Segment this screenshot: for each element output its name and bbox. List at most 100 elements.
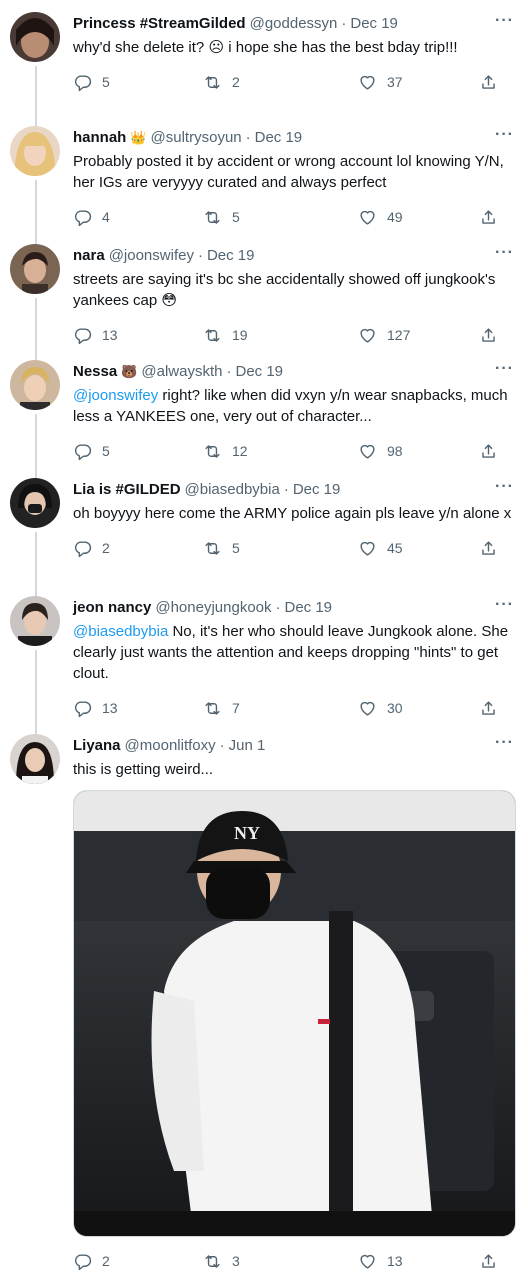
tweet-header: Liyana @moonlitfoxy · Jun 1	[73, 722, 516, 756]
timestamp[interactable]: Dec 19	[285, 598, 333, 618]
reply-button[interactable]: 5	[73, 442, 203, 461]
like-button[interactable]: 37	[358, 73, 479, 92]
thread-connector	[35, 348, 37, 360]
avatar[interactable]	[10, 126, 60, 176]
tweet[interactable]: ··· Nessa 🐻 @alwayskth · Dec 19 @joonswi…	[0, 348, 528, 468]
tweet-text: why'd she delete it? ☹ i hope she has th…	[73, 39, 458, 56]
tweet-header: Nessa 🐻 @alwayskth · Dec 19	[73, 348, 516, 382]
reply-button[interactable]: 13	[73, 326, 203, 345]
like-count: 127	[387, 327, 411, 343]
share-button[interactable]	[479, 539, 498, 558]
retweet-button[interactable]: 3	[203, 1252, 358, 1271]
retweet-icon	[205, 541, 220, 555]
display-name[interactable]: Nessa	[73, 362, 117, 382]
avatar[interactable]	[10, 478, 60, 528]
tweet-text: this is getting weird...	[73, 761, 214, 778]
tweet-header: hannah 👑 @sultrysoyun · Dec 19	[73, 114, 516, 148]
reply-button[interactable]: 4	[73, 208, 203, 227]
avatar-column	[10, 478, 60, 528]
tweet[interactable]: ··· Liyana @moonlitfoxy · Jun 1 this is …	[0, 722, 528, 1272]
more-options-icon[interactable]: ···	[495, 478, 514, 496]
retweet-button[interactable]: 5	[203, 208, 358, 227]
reply-button[interactable]: 13	[73, 699, 203, 718]
display-name[interactable]: Princess #StreamGilded	[73, 14, 246, 34]
share-button[interactable]	[479, 442, 498, 461]
share-button[interactable]	[479, 699, 498, 718]
like-button[interactable]: 127	[358, 326, 479, 345]
like-button[interactable]: 45	[358, 539, 479, 558]
timestamp[interactable]: Dec 19	[207, 246, 255, 266]
tweet[interactable]: ··· Lia is #GILDED @biasedbybia · Dec 19…	[0, 466, 528, 586]
retweet-button[interactable]: 5	[203, 539, 358, 558]
like-button[interactable]: 30	[358, 699, 479, 718]
retweet-count: 7	[232, 700, 240, 716]
reply-icon	[74, 327, 92, 344]
tweet[interactable]: ··· jeon nancy @honeyjungkook · Dec 19 @…	[0, 584, 528, 724]
display-name[interactable]: Liyana	[73, 736, 121, 756]
avatar[interactable]	[10, 244, 60, 294]
more-options-icon[interactable]: ···	[495, 244, 514, 262]
display-name[interactable]: Lia is #GILDED	[73, 480, 181, 500]
timestamp[interactable]: Dec 19	[235, 362, 283, 382]
mention-link[interactable]: @biasedbybia	[73, 623, 168, 640]
tweet[interactable]: ··· hannah 👑 @sultrysoyun · Dec 19 Proba…	[0, 114, 528, 234]
more-options-icon[interactable]: ···	[495, 360, 514, 378]
more-options-icon[interactable]: ···	[495, 596, 514, 614]
mention-link[interactable]: @joonswifey	[73, 387, 158, 404]
more-options-icon[interactable]: ···	[495, 12, 514, 30]
thread-connector	[35, 232, 37, 244]
avatar[interactable]	[10, 734, 60, 784]
tweet-text: streets are saying it's bc she accidenta…	[73, 271, 496, 309]
like-button[interactable]: 49	[358, 208, 479, 227]
retweet-button[interactable]: 7	[203, 699, 358, 718]
yankees-logo: NY	[234, 823, 260, 843]
tweet-header: Princess #StreamGilded @goddessyn · Dec …	[73, 0, 516, 34]
timestamp[interactable]: Jun 1	[229, 736, 266, 756]
handle[interactable]: @alwayskth	[141, 362, 222, 382]
avatar-column	[10, 12, 60, 62]
timestamp[interactable]: Dec 19	[350, 14, 398, 34]
separator-dot: ·	[197, 247, 203, 264]
handle[interactable]: @goddessyn	[250, 14, 338, 34]
like-count: 37	[387, 74, 403, 90]
retweet-button[interactable]: 19	[203, 326, 358, 345]
avatar[interactable]	[10, 360, 60, 410]
tweet-photo[interactable]: NY	[73, 790, 516, 1237]
retweet-icon	[205, 701, 220, 715]
display-name[interactable]: hannah	[73, 128, 126, 148]
more-options-icon[interactable]: ···	[495, 734, 514, 752]
handle[interactable]: @joonswifey	[109, 246, 194, 266]
like-button[interactable]: 98	[358, 442, 479, 461]
timestamp[interactable]: Dec 19	[293, 480, 341, 500]
reply-count: 2	[102, 540, 110, 556]
retweet-button[interactable]: 12	[203, 442, 358, 461]
handle[interactable]: @honeyjungkook	[155, 598, 271, 618]
share-button[interactable]	[479, 1252, 498, 1271]
more-options-icon[interactable]: ···	[495, 126, 514, 144]
share-button[interactable]	[479, 73, 498, 92]
avatar[interactable]	[10, 12, 60, 62]
thread-connector	[35, 584, 37, 596]
tweet[interactable]: ··· Princess #StreamGilded @goddessyn · …	[0, 0, 528, 116]
avatar[interactable]	[10, 596, 60, 646]
display-name[interactable]: jeon nancy	[73, 598, 151, 618]
handle[interactable]: @sultrysoyun	[151, 128, 242, 148]
reply-button[interactable]: 2	[73, 1252, 203, 1271]
display-name[interactable]: nara	[73, 246, 105, 266]
retweet-count: 19	[232, 327, 248, 343]
thread-connector	[35, 298, 37, 350]
reply-count: 5	[102, 74, 110, 90]
retweet-button[interactable]: 2	[203, 73, 358, 92]
share-button[interactable]	[479, 208, 498, 227]
reply-button[interactable]: 2	[73, 539, 203, 558]
tweet-header: Lia is #GILDED @biasedbybia · Dec 19	[73, 466, 516, 500]
share-icon	[482, 1253, 495, 1268]
tweet[interactable]: ··· nara @joonswifey · Dec 19 streets ar…	[0, 232, 528, 350]
handle[interactable]: @biasedbybia	[185, 480, 280, 500]
handle[interactable]: @moonlitfoxy	[125, 736, 216, 756]
like-button[interactable]: 13	[358, 1252, 479, 1271]
share-button[interactable]	[479, 326, 498, 345]
timestamp[interactable]: Dec 19	[255, 128, 303, 148]
reply-button[interactable]: 5	[73, 73, 203, 92]
crown-emoji: 👑	[130, 130, 147, 145]
